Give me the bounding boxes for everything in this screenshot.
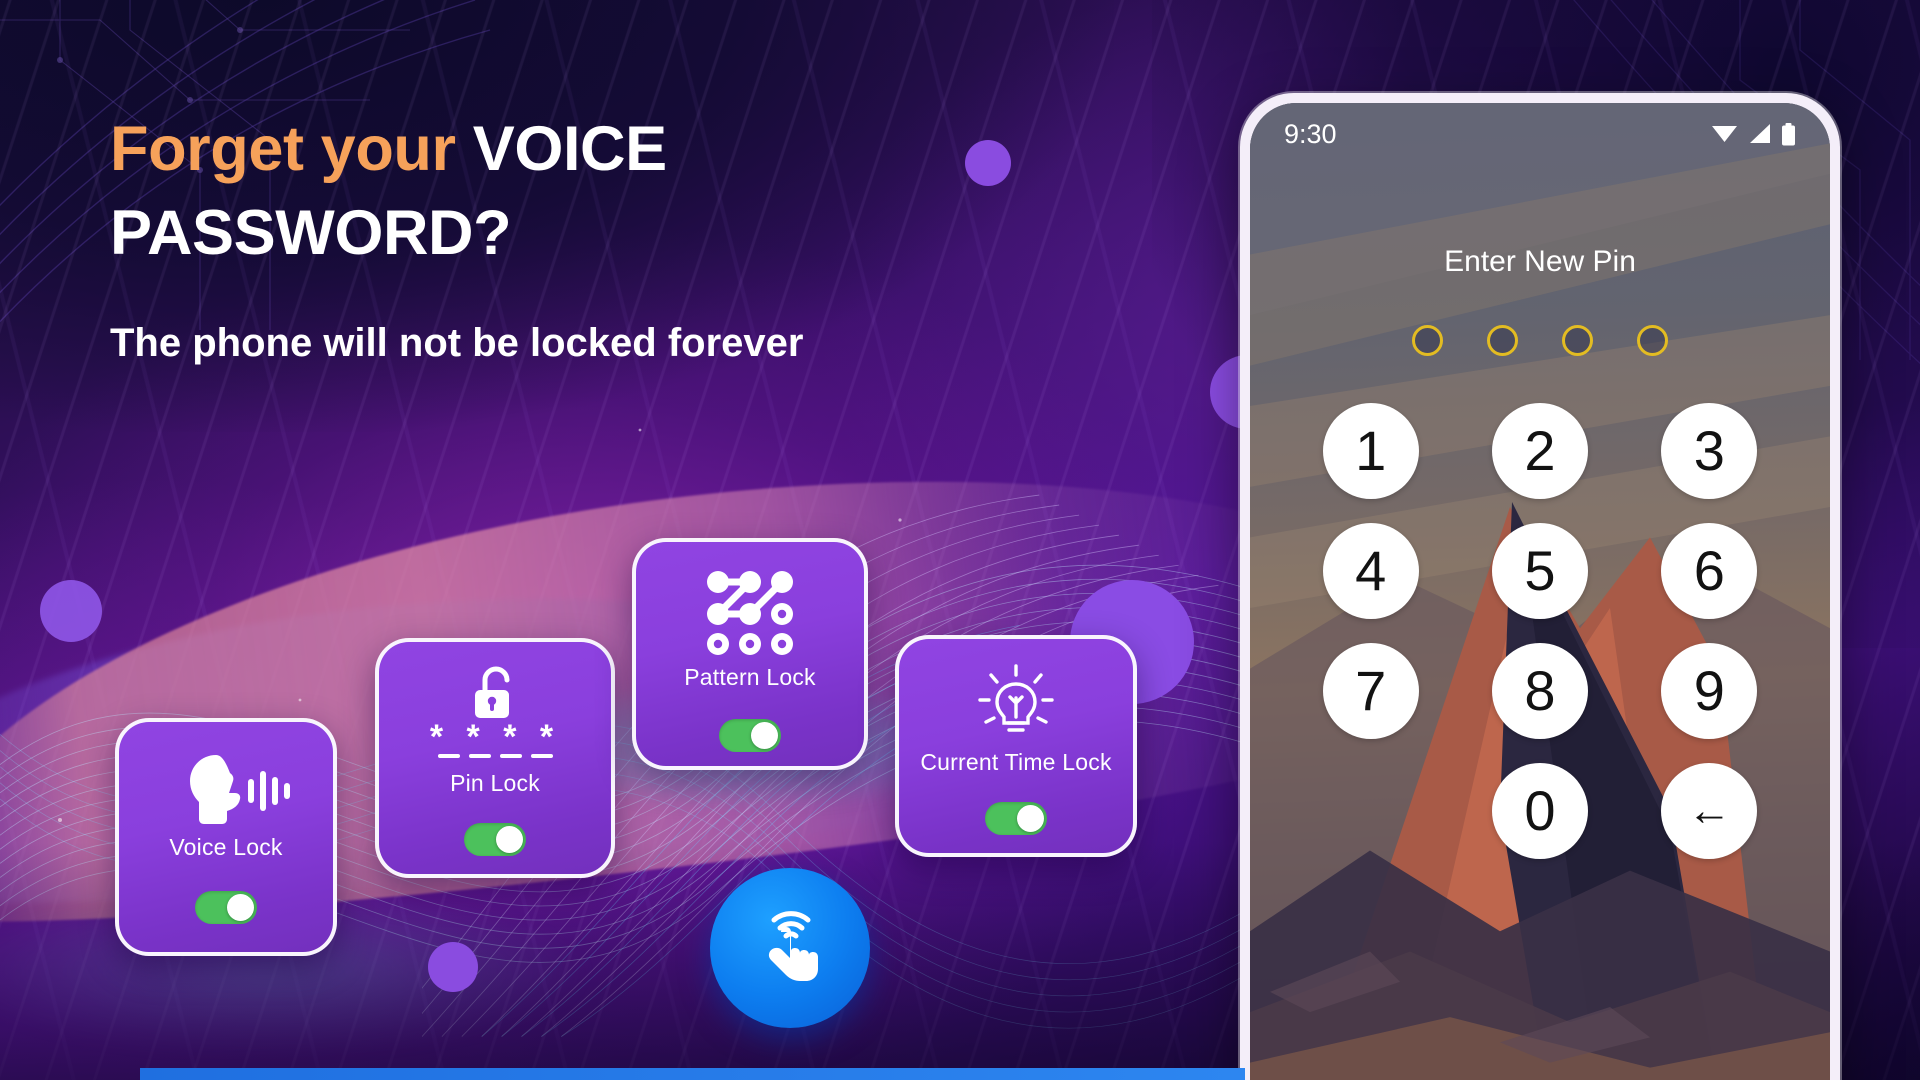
phone-screen: 9:30 Enter New Pin 1 2 3 4 5 6 7 8 9 0 ← [1250,103,1830,1080]
hero-subheading: The phone will not be locked forever [110,320,804,365]
feature-card-current-time-lock[interactable]: Current Time Lock [895,635,1137,857]
phone-mockup: 9:30 Enter New Pin 1 2 3 4 5 6 7 8 9 0 ← [1240,93,1840,1080]
lightbulb-icon [974,661,1058,745]
pin-dot [1562,325,1593,356]
enter-pin-title: Enter New Pin [1444,245,1636,278]
voice-face-icon [160,748,292,834]
feature-card-pattern-lock[interactable]: Pattern Lock [632,538,868,770]
tap-gesture-icon [768,911,818,981]
pin-underscores-decoration [437,753,553,758]
pin-dot [1412,325,1443,356]
pin-masked-value: * * * * [429,718,561,756]
bubble-decoration-4 [40,580,102,642]
feature-card-label: Voice Lock [169,834,283,860]
key-4[interactable]: 4 [1322,523,1419,619]
key-8[interactable]: 8 [1491,643,1588,739]
bubble-decoration-1 [965,140,1011,186]
status-icons [1711,122,1796,146]
hero-copy: Forget your VOICE PASSWORD? The phone wi… [110,108,930,370]
key-5[interactable]: 5 [1491,523,1588,619]
key-2[interactable]: 2 [1491,403,1588,499]
feature-card-label: Current Time Lock [920,749,1112,775]
status-time: 9:30 [1284,118,1337,149]
padlock-open-icon [469,664,521,722]
numeric-keypad: 1 2 3 4 5 6 7 8 9 0 ← [1250,403,1830,859]
key-0[interactable]: 0 [1491,763,1588,859]
bubble-decoration-5 [428,942,478,992]
feature-card-label: Pattern Lock [684,664,816,690]
pin-dot [1637,325,1668,356]
bottom-blue-bar [140,1068,1245,1080]
tap-gesture-button[interactable] [710,868,870,1028]
key-blank [1323,763,1419,859]
toggle-pattern-lock[interactable] [719,719,781,752]
key-9[interactable]: 9 [1661,643,1758,739]
feature-card-pin-lock[interactable]: * * * * Pin Lock [375,638,615,878]
feature-card-label: Pin Lock [450,769,540,796]
page-title: Forget your VOICE PASSWORD? [110,108,930,276]
promo-banner: Forget your VOICE PASSWORD? The phone wi… [0,0,1920,1080]
key-7[interactable]: 7 [1322,643,1419,739]
wifi-icon [1712,126,1737,142]
key-1[interactable]: 1 [1322,403,1419,499]
battery-icon [1782,122,1795,145]
toggle-current-time-lock[interactable] [985,802,1047,835]
pattern-grid-icon [704,566,796,658]
pin-dots-indicator [1250,325,1830,356]
key-backspace[interactable]: ← [1661,763,1758,859]
toggle-pin-lock[interactable] [464,822,526,856]
toggle-voice-lock[interactable] [195,891,257,924]
feature-card-voice-lock[interactable]: Voice Lock [115,718,337,956]
status-bar: 9:30 [1250,103,1830,165]
headline-accent: Forget your [110,114,473,184]
key-3[interactable]: 3 [1661,403,1758,499]
signal-icon [1750,124,1770,143]
pin-dot [1487,325,1518,356]
key-6[interactable]: 6 [1661,523,1758,619]
